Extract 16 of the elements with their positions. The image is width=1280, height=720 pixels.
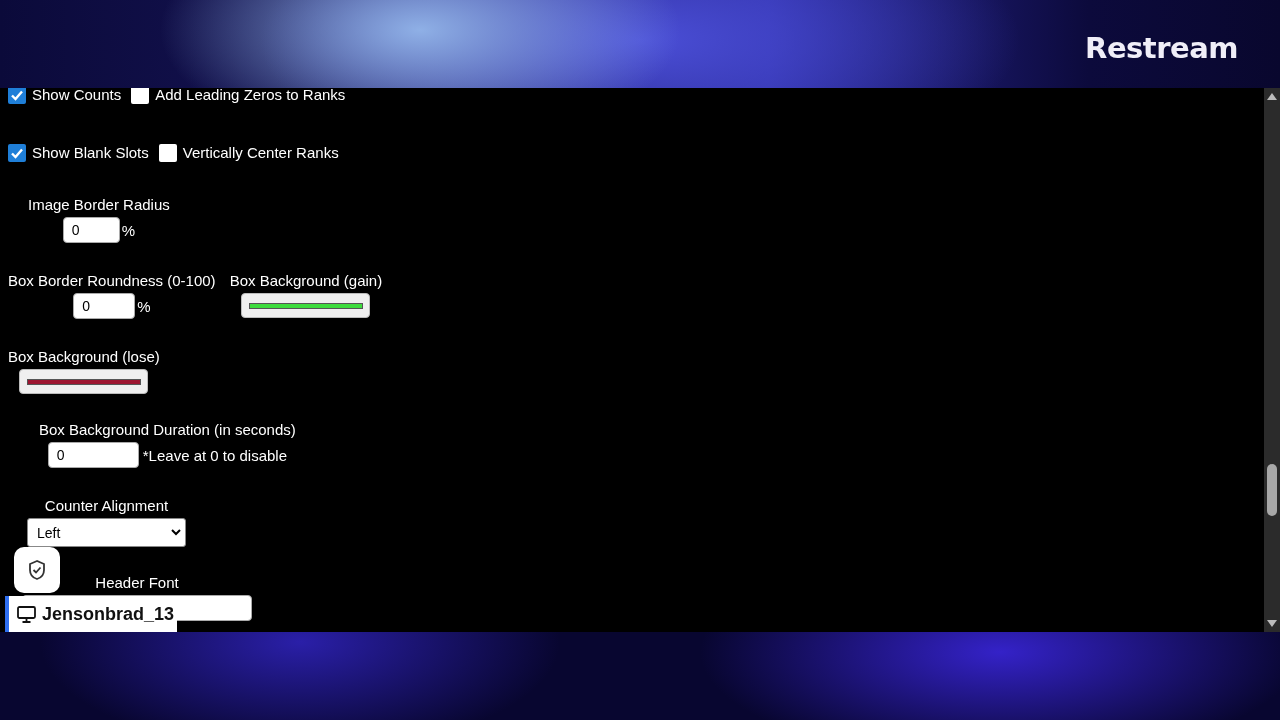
field-label: Box Background (gain) bbox=[229, 272, 383, 290]
field-note: *Leave at 0 to disable bbox=[142, 446, 288, 464]
field-label: Box Border Roundness (0-100) bbox=[8, 272, 216, 290]
brand-logo: Restream bbox=[1085, 31, 1238, 65]
field-label: Image Border Radius bbox=[28, 196, 170, 214]
field-label: Box Background Duration (in seconds) bbox=[39, 421, 296, 439]
field-label: Header Font bbox=[95, 574, 179, 592]
checkbox-label: Show Blank Slots bbox=[32, 144, 149, 162]
checkbox-label: Add Leading Zeros to Ranks bbox=[155, 88, 346, 104]
field-note: % bbox=[121, 221, 136, 239]
field-note: % bbox=[137, 297, 151, 315]
field-label: Counter Alignment bbox=[44, 497, 169, 515]
streamer-name: Jensonbrad_13 bbox=[42, 603, 175, 625]
field-label: Box Background (lose) bbox=[8, 348, 160, 366]
checkbox-label: Vertically Center Ranks bbox=[182, 144, 339, 162]
checkbox-label: Show Counts bbox=[32, 88, 122, 104]
